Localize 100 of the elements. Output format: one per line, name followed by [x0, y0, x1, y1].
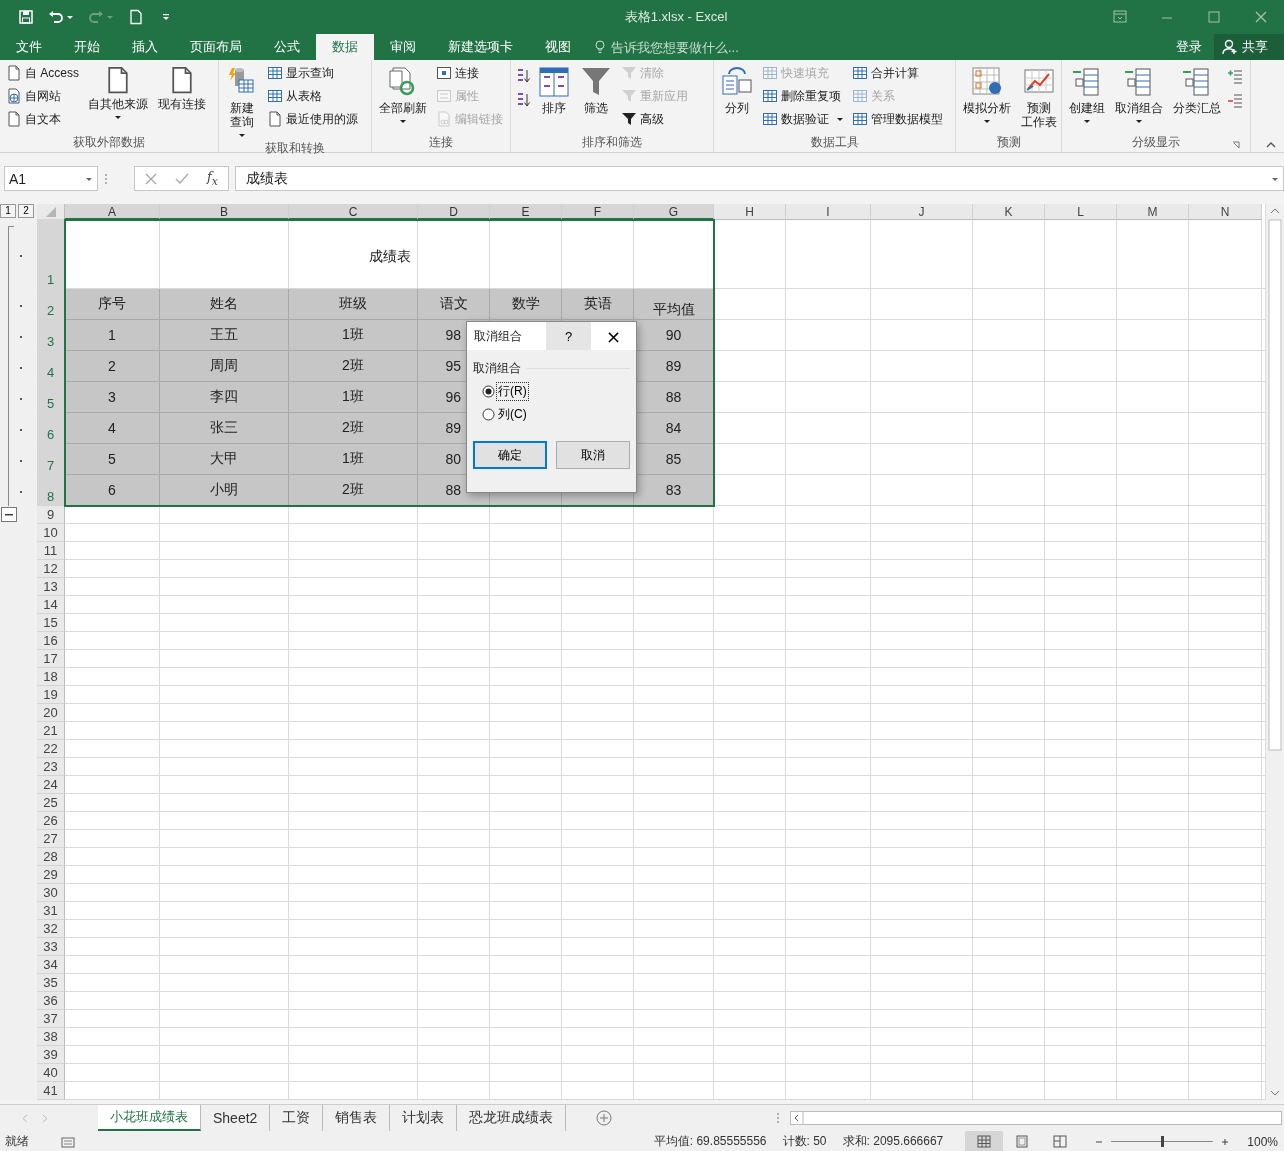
menu-tab[interactable]: 插入 [116, 34, 174, 60]
ribbon-button[interactable]: 全部刷新 [376, 62, 430, 134]
formula-field[interactable]: 成绩表 [234, 166, 1284, 191]
search-field[interactable]: 告诉我您想要做什么... [609, 38, 813, 56]
select-all-icon[interactable] [45, 206, 56, 217]
sign-in-link[interactable]: 登录 [1164, 34, 1214, 60]
table-cell[interactable]: 张三 [160, 413, 289, 444]
menu-tab[interactable]: 新建选项卡 [432, 34, 529, 60]
row-number[interactable]: 35 [37, 974, 65, 992]
outline-level-button[interactable]: 2 [18, 204, 34, 218]
row-number[interactable]: 2 [37, 289, 65, 320]
collapse-ribbon-icon[interactable] [1266, 141, 1276, 148]
row-number[interactable]: 23 [37, 758, 65, 776]
table-cell[interactable]: 6 [65, 475, 160, 506]
table-cell[interactable]: 大甲 [160, 444, 289, 475]
ribbon-button[interactable]: 分类汇总 [1170, 62, 1224, 134]
table-cell[interactable]: 1班 [289, 320, 418, 351]
sort-icon[interactable] [515, 68, 531, 84]
row-number[interactable]: 6 [37, 413, 65, 444]
caret-icon[interactable] [85, 175, 93, 182]
row-number[interactable]: 9 [37, 506, 65, 524]
table-cell[interactable]: 1班 [289, 382, 418, 413]
column-heading[interactable]: 班级 [289, 289, 418, 320]
table-cell[interactable]: 2班 [289, 351, 418, 382]
column-header[interactable]: F [562, 204, 634, 220]
help-button[interactable]: ? [546, 322, 591, 350]
ribbon-button[interactable]: 管理数据模型 [850, 108, 945, 130]
column-header[interactable]: I [786, 204, 871, 220]
menu-tab[interactable]: 视图 [529, 34, 587, 60]
outline-level-button[interactable]: 1 [0, 204, 16, 218]
column-header[interactable]: E [490, 204, 562, 220]
next-sheet-icon[interactable] [42, 1113, 48, 1123]
row-number[interactable]: 37 [37, 1010, 65, 1028]
table-cell[interactable]: 88 [634, 382, 714, 413]
table-cell[interactable]: 2班 [289, 475, 418, 506]
row-number[interactable]: 36 [37, 992, 65, 1010]
table-cell[interactable]: 1 [65, 320, 160, 351]
row-number[interactable]: 12 [37, 560, 65, 578]
row-number[interactable]: 15 [37, 614, 65, 632]
ribbon-button[interactable]: 自其他来源 [85, 62, 151, 134]
cancel-icon[interactable] [145, 172, 157, 185]
menu-tab[interactable]: 数据 [316, 34, 374, 60]
caret-icon[interactable] [1271, 175, 1279, 182]
row-number[interactable]: 40 [37, 1064, 65, 1082]
menu-tab[interactable]: 文件 [0, 34, 58, 60]
column-header[interactable]: L [1045, 204, 1117, 220]
row-number[interactable]: 5 [37, 382, 65, 413]
menu-tab[interactable]: 页面布局 [174, 34, 258, 60]
row-number[interactable]: 28 [37, 848, 65, 866]
row-number[interactable]: 24 [37, 776, 65, 794]
row-number[interactable]: 29 [37, 866, 65, 884]
row-number[interactable]: 20 [37, 704, 65, 722]
ribbon-button[interactable]: 取消组合 [1112, 62, 1166, 134]
row-number[interactable]: 17 [37, 650, 65, 668]
row-number[interactable]: 10 [37, 524, 65, 542]
menu-tab[interactable]: 审阅 [374, 34, 432, 60]
table-cell[interactable]: 85 [634, 444, 714, 475]
ribbon-button[interactable]: 创建组 [1066, 62, 1108, 134]
ribbon-button[interactable]: 预测 工作表 [1018, 62, 1060, 134]
row-number[interactable]: 13 [37, 578, 65, 596]
row-number[interactable]: 7 [37, 444, 65, 475]
table-cell[interactable]: 王五 [160, 320, 289, 351]
radio-button[interactable] [482, 408, 495, 421]
menu-tab[interactable]: 公式 [258, 34, 316, 60]
row-number[interactable]: 22 [37, 740, 65, 758]
row-number[interactable]: 16 [37, 632, 65, 650]
add-sheet-icon[interactable] [596, 1110, 613, 1126]
row-number[interactable]: 38 [37, 1028, 65, 1046]
ribbon-button[interactable]: 模拟分析 [960, 62, 1014, 134]
row-number[interactable]: 14 [37, 596, 65, 614]
row-number[interactable]: 25 [37, 794, 65, 812]
ribbon-button[interactable]: 现有连接 [155, 62, 209, 134]
column-heading[interactable]: 英语 [562, 289, 634, 320]
ribbon-button[interactable]: 自网站 [4, 85, 81, 107]
ribbon-button[interactable]: 高级 [619, 108, 690, 130]
column-header[interactable]: D [418, 204, 490, 220]
table-cell[interactable]: 89 [634, 351, 714, 382]
column-header[interactable]: J [871, 204, 973, 220]
column-header[interactable]: G [634, 204, 714, 220]
ribbon-button[interactable]: 自 Access [4, 62, 81, 84]
row-number[interactable]: 30 [37, 884, 65, 902]
dialog-button[interactable]: 取消 [556, 441, 630, 469]
ribbon-button[interactable]: 显示查询 [265, 62, 360, 84]
grip-icon[interactable] [776, 1112, 780, 1124]
sheet-tab[interactable]: 小花班成绩表 [98, 1105, 201, 1131]
row-number[interactable]: 18 [37, 668, 65, 686]
table-cell[interactable]: 90 [634, 320, 714, 351]
table-cell[interactable]: 3 [65, 382, 160, 413]
table-cell[interactable]: 小明 [160, 475, 289, 506]
ribbon-button[interactable]: 数据验证 [760, 108, 846, 130]
column-header[interactable]: B [160, 204, 289, 220]
row-number[interactable]: 41 [37, 1082, 65, 1100]
horizontal-scrollbar[interactable] [790, 1111, 1282, 1125]
column-header[interactable]: M [1117, 204, 1189, 220]
maximize-icon[interactable] [1205, 9, 1222, 25]
row-number[interactable]: 21 [37, 722, 65, 740]
plus-icon[interactable] [1228, 68, 1244, 84]
table-cell[interactable]: 1班 [289, 444, 418, 475]
row-number[interactable]: 27 [37, 830, 65, 848]
row-number[interactable]: 39 [37, 1046, 65, 1064]
